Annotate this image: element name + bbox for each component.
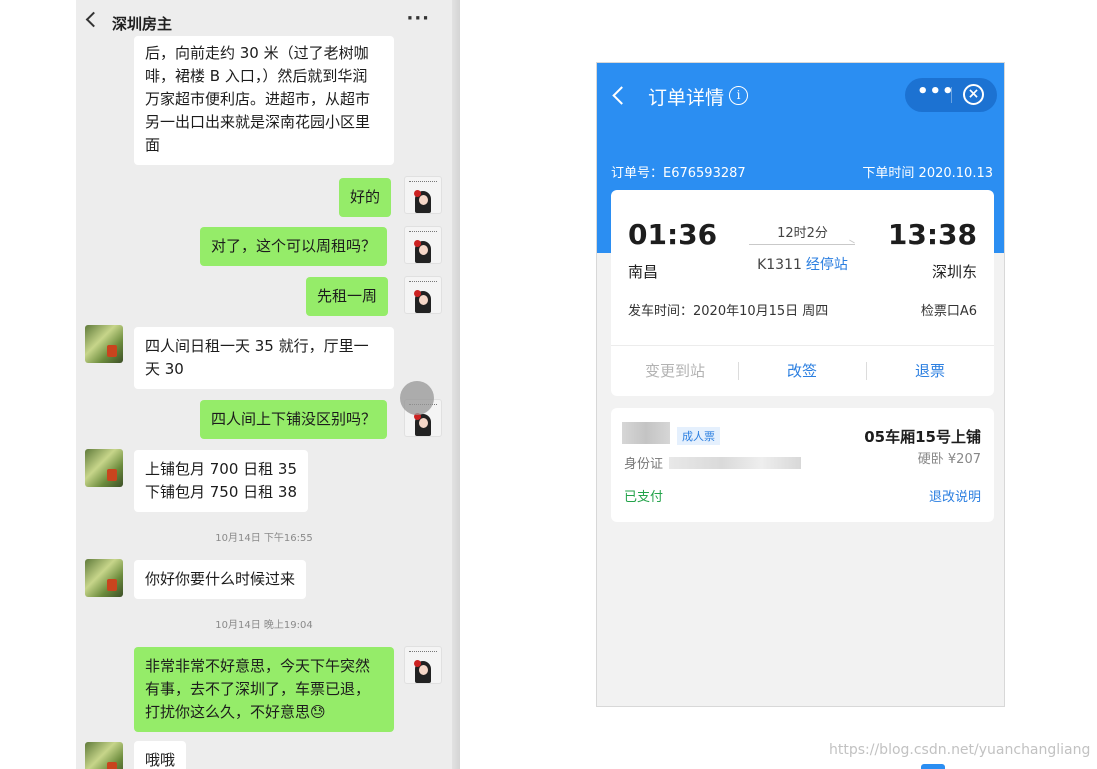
train-row: K1311 经停站 (611, 254, 994, 274)
payment-status: 已支付 (624, 490, 664, 505)
arrow-icon (749, 244, 855, 245)
landlord-avatar[interactable] (85, 449, 123, 487)
order-number: 订单号：E676593287 (611, 166, 746, 181)
more-icon[interactable]: ··· (406, 8, 430, 29)
message-bubble[interactable]: 四人间日租一天 35 就行，厅里一 天 30 (134, 327, 394, 389)
message-bubble[interactable]: 先租一周 (306, 277, 389, 316)
landlord-avatar[interactable] (85, 325, 123, 363)
ticket-type-badge: 成人票 (677, 427, 720, 445)
message-bubble[interactable]: 你好你要什么时候过来 (134, 560, 307, 599)
passenger-card: 成人票 05车厢15号上铺 身份证 硬卧 ¥207 已支付 退改说明 (611, 408, 994, 522)
capsule-divider (951, 87, 952, 103)
seat-info: 05车厢15号上铺 (864, 428, 981, 446)
change-station-button[interactable]: 变更到站 (611, 360, 739, 381)
my-avatar[interactable] (404, 276, 442, 314)
order-screenshot: 订单详情 i ••• × 订单号：E676593287 下单时间 2020.10… (596, 62, 1005, 707)
chat-screenshot: 深圳房主 ··· 后，向前走约 30 米（过了老树咖 啡，裙楼 B 入口，）然后… (76, 0, 460, 769)
more-icon[interactable]: ••• (917, 81, 955, 102)
my-avatar[interactable] (404, 226, 442, 264)
chat-title: 深圳房主 (112, 15, 173, 33)
rebook-button[interactable]: 改签 (738, 360, 866, 381)
trip-card: 01:36 13:38 南昌 深圳东 12时2分 K1311 经停站 发车时间：2… (611, 190, 994, 396)
order-date: 下单时间 2020.10.13 (862, 166, 993, 181)
message-bubble[interactable]: 上铺包月 700 日租 35 下铺包月 750 日租 38 (134, 450, 309, 512)
refund-button[interactable]: 退票 (866, 360, 994, 381)
berth-price: 硬卧 ¥207 (917, 452, 981, 467)
landlord-avatar[interactable] (85, 559, 123, 597)
train-number: K1311 (757, 257, 802, 273)
page-title: 订单详情 (648, 87, 725, 109)
departure-datetime: 发车时间：2020年10月15日 周四 (628, 304, 829, 319)
landlord-avatar[interactable] (85, 742, 123, 769)
stops-link[interactable]: 经停站 (806, 257, 848, 273)
message-bubble[interactable]: 好的 (339, 178, 392, 217)
divider (611, 345, 994, 346)
message-bubble[interactable]: 后，向前走约 30 米（过了老树咖 啡，裙楼 B 入口，）然后就到华润 万家超市… (134, 36, 394, 165)
id-label: 身份证 (624, 457, 664, 472)
message-bubble[interactable]: 对了，这个可以周租吗？ (200, 227, 388, 266)
close-icon[interactable]: × (963, 84, 984, 105)
redacted-name (622, 422, 670, 444)
redacted-id (669, 457, 801, 469)
timestamp: 10月14日 下午16:55 (215, 533, 313, 544)
ticket-gate: 检票口A6 (920, 304, 977, 319)
message-bubble[interactable]: 四人间上下铺没区别吗？ (200, 400, 388, 439)
my-avatar[interactable] (404, 646, 442, 684)
message-bubble[interactable]: 非常非常不好意思，今天下午突然 有事，去不了深圳了，车票已退， 打扰你这么久，不… (134, 647, 394, 732)
refund-policy-link[interactable]: 退改说明 (929, 486, 981, 505)
message-bubble[interactable]: 哦哦 (134, 741, 187, 769)
timestamp: 10月14日 晚上19:04 (215, 620, 313, 631)
miniprogram-capsule: ••• × (905, 78, 997, 112)
trip-duration: 12时2分 (777, 226, 828, 241)
edge-fragment (921, 764, 945, 769)
floating-indicator (400, 381, 434, 415)
my-avatar[interactable] (404, 176, 442, 214)
watermark: https://blog.csdn.net/yuanchangliang (829, 742, 1091, 758)
back-icon[interactable] (85, 11, 102, 28)
info-icon[interactable]: i (729, 86, 748, 105)
